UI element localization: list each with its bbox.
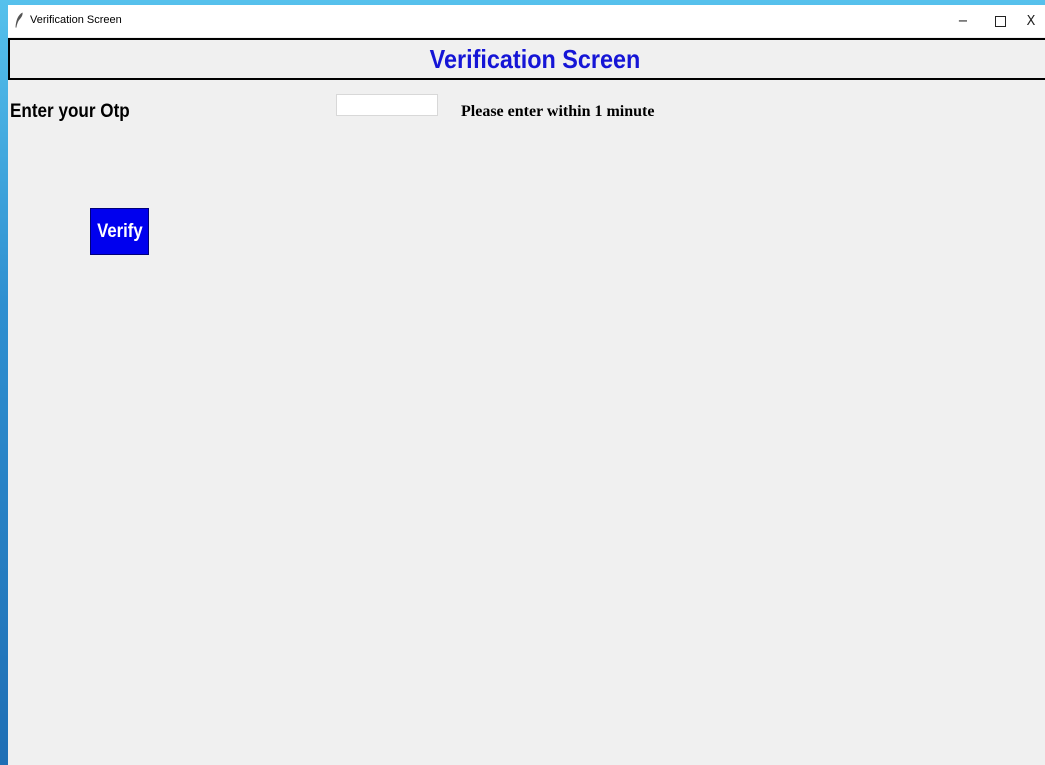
app-window: Verification Screen − X Verification Scr… [8,5,1045,765]
otp-input[interactable] [336,94,438,116]
maximize-button[interactable] [982,5,1018,37]
title-bar[interactable]: Verification Screen − X [8,5,1045,37]
minimize-icon: − [957,13,969,29]
verify-button-label: Verify [96,220,143,242]
window-title: Verification Screen [30,14,122,26]
maximize-icon [994,15,1006,27]
otp-hint-text: Please enter within 1 minute [461,103,655,120]
feather-icon [15,12,23,28]
otp-label: Enter your Otp [10,101,130,122]
verify-button[interactable]: Verify [90,208,149,255]
page-title: Verification Screen [429,44,641,74]
close-icon: X [1026,13,1036,29]
minimize-button[interactable]: − [945,5,981,37]
header-frame: Verification Screen [8,38,1045,80]
close-button[interactable]: X [1017,5,1045,37]
